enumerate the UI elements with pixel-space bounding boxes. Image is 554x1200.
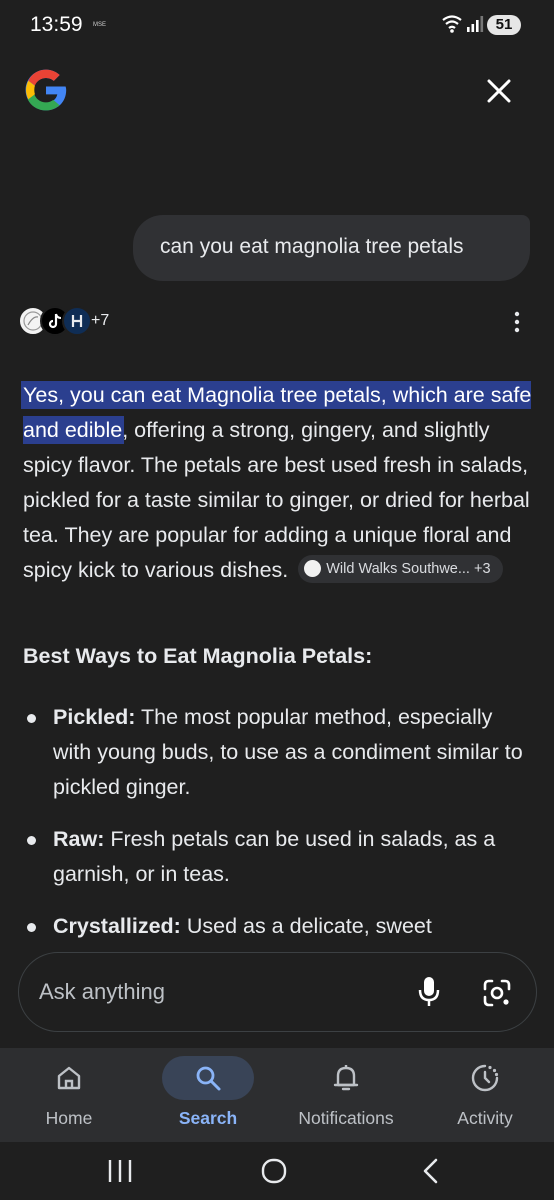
system-home-button[interactable]	[255, 1154, 295, 1188]
ask-bar	[18, 952, 537, 1032]
citation-favicon	[304, 560, 322, 577]
sources-row[interactable]: +7	[18, 306, 218, 338]
recents-icon	[108, 1160, 132, 1182]
status-carrier-tag: MSE	[93, 22, 107, 28]
more-vert-icon	[514, 311, 520, 333]
nav-activity-label: Activity	[457, 1108, 513, 1128]
list-item-text: Used as a delicate, sweet	[180, 914, 432, 938]
citation-more: +3	[473, 561, 491, 578]
system-back-button[interactable]	[412, 1154, 452, 1188]
nav-activity[interactable]: Activity	[416, 1048, 554, 1142]
list-item: Raw: Fresh petals can be used in salads,…	[23, 822, 533, 892]
wifi-icon	[441, 14, 463, 39]
list-item: Crystallized: Used as a delicate, sweet	[23, 909, 533, 944]
status-bar: 13:59 MSE 51	[0, 0, 554, 52]
more-options-button[interactable]	[505, 310, 529, 334]
nav-home[interactable]: Home	[0, 1048, 138, 1142]
ways-list: Pickled: The most popular method, especi…	[23, 700, 533, 961]
system-navigation-bar	[0, 1142, 554, 1200]
list-item: Pickled: The most popular method, especi…	[23, 700, 533, 805]
activity-icon	[471, 1064, 499, 1092]
signal-icon	[466, 14, 484, 39]
nav-search-label: Search	[178, 1108, 238, 1128]
battery-indicator: 51	[487, 15, 521, 35]
ai-answer-paragraph: Yes, you can eat Magnolia tree petals, w…	[23, 378, 533, 588]
citation-label: Wild Walks Southwe...	[326, 561, 470, 578]
list-item-text: Fresh petals can be used in salads, as a…	[53, 827, 496, 886]
nav-notifications[interactable]: Notifications	[277, 1048, 415, 1142]
mic-icon	[418, 977, 440, 1006]
close-icon	[487, 79, 511, 103]
lens-icon	[483, 979, 511, 1007]
section-heading: Best Ways to Eat Magnolia Petals:	[23, 644, 373, 668]
list-item-term: Crystallized:	[53, 914, 181, 938]
ask-input[interactable]	[39, 975, 399, 1009]
nav-search[interactable]: Search	[139, 1048, 277, 1142]
nav-notifications-label: Notifications	[298, 1108, 394, 1128]
search-icon	[196, 1066, 221, 1091]
recent-apps-button[interactable]	[100, 1154, 140, 1188]
bell-icon	[333, 1065, 359, 1091]
google-g-icon[interactable]	[22, 66, 70, 114]
list-item-term: Pickled:	[53, 705, 136, 729]
close-button[interactable]	[480, 72, 518, 110]
bottom-navigation: Home Search Notifications Activity	[0, 1048, 554, 1142]
voice-search-button[interactable]	[415, 975, 443, 1009]
citation-chip[interactable]: Wild Walks Southwe... +3	[298, 555, 503, 584]
home-circle-icon	[261, 1158, 287, 1184]
user-query-text: can you eat magnolia tree petals	[160, 235, 464, 258]
back-icon	[423, 1158, 438, 1184]
user-query-bubble: can you eat magnolia tree petals	[133, 215, 530, 281]
nav-home-label: Home	[45, 1108, 93, 1128]
list-item-term: Raw:	[53, 827, 105, 851]
sources-more-count: +7	[91, 312, 110, 329]
home-icon	[57, 1066, 81, 1090]
status-time: 13:59	[30, 13, 83, 36]
source-favicon	[62, 306, 92, 336]
lens-button[interactable]	[481, 977, 513, 1009]
